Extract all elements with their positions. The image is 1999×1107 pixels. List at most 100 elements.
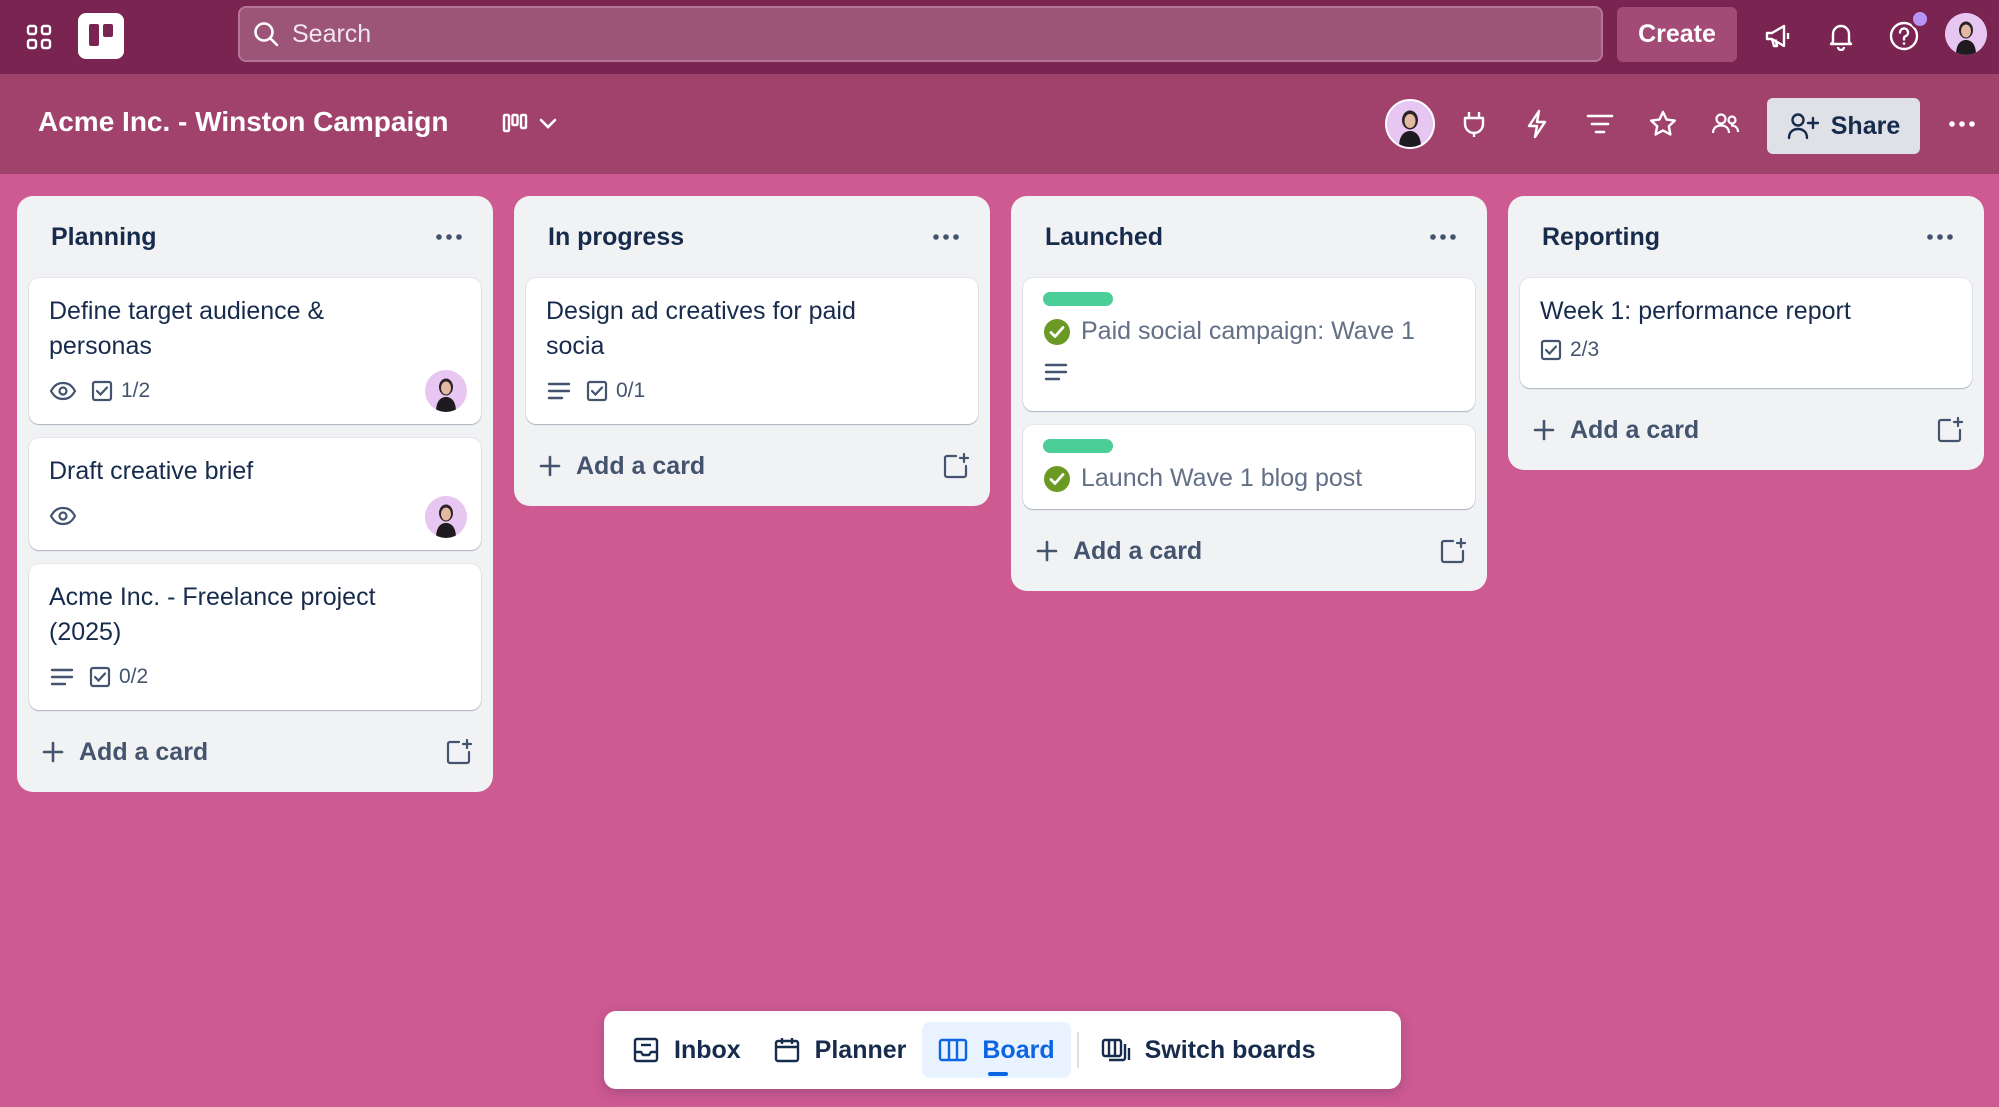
search-bar[interactable] xyxy=(238,6,1603,62)
card-title: Paid social campaign: Wave 1 xyxy=(1081,317,1415,345)
search-input[interactable] xyxy=(292,19,1492,49)
board-view-switcher[interactable] xyxy=(494,100,566,148)
visibility-icon[interactable] xyxy=(1702,100,1750,148)
description-icon xyxy=(546,380,572,402)
add-card-label: Add a card xyxy=(79,737,209,766)
watching-icon xyxy=(49,381,77,401)
calendar-icon xyxy=(774,1038,799,1063)
card[interactable]: Launch Wave 1 blog post xyxy=(1023,425,1475,509)
list-header: Planning xyxy=(29,196,481,278)
add-card-button[interactable]: Add a card xyxy=(526,438,978,494)
plus-icon xyxy=(1036,540,1058,562)
top-navigation: Create xyxy=(0,0,1999,74)
board-header: Acme Inc. - Winston Campaign Share xyxy=(0,74,1999,174)
list-menu-icon[interactable] xyxy=(427,215,471,259)
card[interactable]: Design ad creatives for paid socia 0/1 xyxy=(526,278,978,424)
checklist-count: 2/3 xyxy=(1570,338,1600,361)
plus-icon xyxy=(42,741,64,763)
list-menu-icon[interactable] xyxy=(1421,215,1465,259)
list-reporting: Reporting Week 1: performance report 2/3… xyxy=(1508,196,1984,470)
list-title[interactable]: Launched xyxy=(1045,223,1163,252)
checklist-icon xyxy=(1540,339,1562,361)
switcher-board[interactable]: Board xyxy=(922,1022,1071,1078)
trello-logo[interactable] xyxy=(78,13,124,59)
create-from-template-icon[interactable] xyxy=(942,452,970,480)
complete-check-icon[interactable] xyxy=(1043,465,1071,493)
card-title: Design ad creatives for paid socia xyxy=(546,297,856,360)
checklist-icon xyxy=(91,380,113,402)
list-header: In progress xyxy=(526,196,978,278)
add-card-button[interactable]: Add a card xyxy=(29,724,481,780)
board-icon xyxy=(939,1038,968,1062)
card-badges: 0/1 xyxy=(546,374,958,408)
card-title: Launch Wave 1 blog post xyxy=(1081,464,1363,492)
star-icon[interactable] xyxy=(1639,100,1687,148)
card[interactable]: Acme Inc. - Freelance project (2025) 0/2 xyxy=(29,564,481,710)
switch-boards-icon xyxy=(1101,1038,1130,1062)
list-header: Launched xyxy=(1023,196,1475,278)
card-title: Week 1: performance report xyxy=(1540,297,1851,325)
switcher-switch-boards[interactable]: Switch boards xyxy=(1085,1022,1332,1078)
power-ups-icon[interactable] xyxy=(1450,100,1498,148)
checklist-badge: 2/3 xyxy=(1540,338,1599,362)
switcher-divider xyxy=(1076,1032,1079,1068)
checklist-count: 0/1 xyxy=(616,379,646,402)
checklist-badge: 1/2 xyxy=(91,379,150,403)
create-from-template-icon[interactable] xyxy=(445,738,473,766)
switcher-label: Board xyxy=(982,1035,1055,1064)
card-badges xyxy=(49,499,461,533)
card[interactable]: Paid social campaign: Wave 1 xyxy=(1023,278,1475,411)
card-badges: 2/3 xyxy=(1540,333,1952,367)
bottom-view-switcher: Inbox Planner Board Switch boards xyxy=(604,1011,1401,1089)
member-avatar[interactable] xyxy=(1385,99,1435,149)
board-title[interactable]: Acme Inc. - Winston Campaign xyxy=(38,106,448,138)
list-menu-icon[interactable] xyxy=(924,215,968,259)
bell-icon[interactable] xyxy=(1815,10,1867,62)
list-menu-icon[interactable] xyxy=(1918,215,1962,259)
add-card-button[interactable]: Add a card xyxy=(1520,402,1972,458)
share-button[interactable]: Share xyxy=(1767,98,1920,154)
checklist-icon xyxy=(586,380,608,402)
share-label: Share xyxy=(1830,111,1901,140)
switcher-label: Planner xyxy=(814,1035,907,1064)
switcher-planner[interactable]: Planner xyxy=(757,1022,923,1078)
checklist-count: 0/2 xyxy=(119,665,149,688)
create-from-template-icon[interactable] xyxy=(1439,537,1467,565)
notification-dot xyxy=(1910,9,1930,29)
create-from-template-icon[interactable] xyxy=(1936,416,1964,444)
list-launched: Launched Paid social campaign: Wave 1 La… xyxy=(1011,196,1487,591)
add-card-label: Add a card xyxy=(1570,415,1700,444)
complete-check-icon[interactable] xyxy=(1043,318,1071,346)
checklist-badge: 0/2 xyxy=(89,665,148,689)
board-view-icon xyxy=(502,113,528,135)
more-icon[interactable] xyxy=(1938,100,1986,148)
card-label-green[interactable] xyxy=(1043,292,1113,306)
add-card-label: Add a card xyxy=(1073,536,1203,565)
apps-grid-icon[interactable] xyxy=(14,12,64,62)
list-title[interactable]: Planning xyxy=(51,223,157,252)
filter-icon[interactable] xyxy=(1576,100,1624,148)
card[interactable]: Define target audience & personas 1/2 xyxy=(29,278,481,424)
card-member-avatar[interactable] xyxy=(425,370,467,412)
list-title[interactable]: In progress xyxy=(548,223,684,252)
user-avatar[interactable] xyxy=(1945,13,1987,55)
list-header: Reporting xyxy=(1520,196,1972,278)
card-title: Draft creative brief xyxy=(49,457,254,485)
create-button[interactable]: Create xyxy=(1617,7,1737,62)
automation-icon[interactable] xyxy=(1513,100,1561,148)
list-title[interactable]: Reporting xyxy=(1542,223,1660,252)
megaphone-icon[interactable] xyxy=(1752,10,1804,62)
plus-icon xyxy=(1533,419,1555,441)
card[interactable]: Draft creative brief xyxy=(29,438,481,550)
inbox-icon xyxy=(633,1037,659,1063)
add-card-label: Add a card xyxy=(576,451,706,480)
switcher-inbox[interactable]: Inbox xyxy=(616,1022,757,1078)
card-member-avatar[interactable] xyxy=(425,496,467,538)
card-badges: 0/2 xyxy=(49,660,461,694)
checklist-icon xyxy=(89,666,111,688)
card-label-green[interactable] xyxy=(1043,439,1113,453)
card-badges: 1/2 xyxy=(49,374,461,408)
card[interactable]: Week 1: performance report 2/3 xyxy=(1520,278,1972,388)
add-card-button[interactable]: Add a card xyxy=(1023,523,1475,579)
list-planning: Planning Define target audience & person… xyxy=(17,196,493,792)
